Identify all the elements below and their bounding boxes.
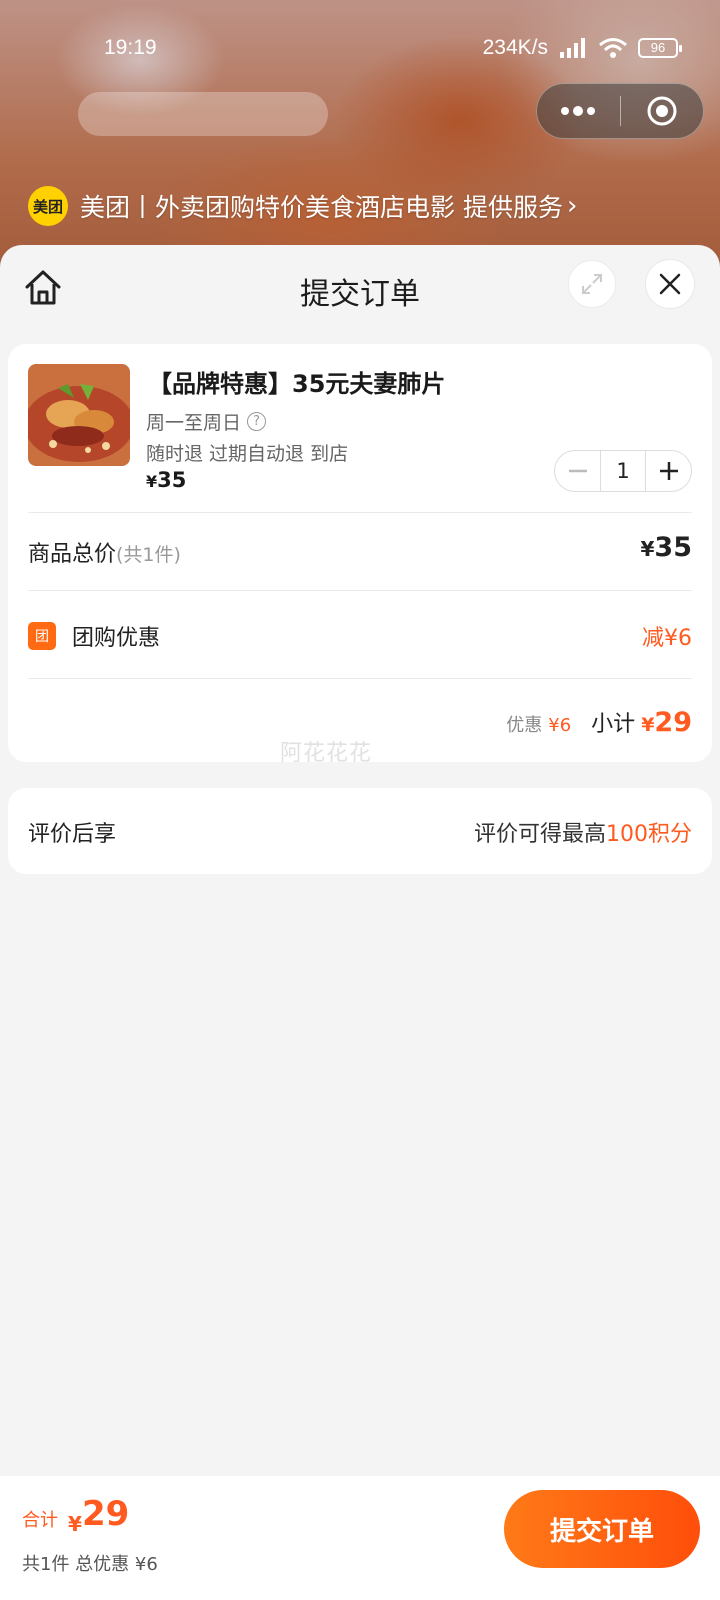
divider <box>28 678 692 679</box>
sheet-header: 提交订单 <box>0 245 720 340</box>
quantity-stepper: 1 <box>554 450 692 492</box>
divider <box>28 590 692 591</box>
watermark: 阿花花花 <box>280 741 373 766</box>
close-icon <box>659 273 681 295</box>
status-bar: 19:19 234K/s 96 <box>0 28 720 72</box>
product-price: ¥35 <box>146 468 186 492</box>
product-card: 【品牌特惠】35元夫妻肺片 周一至周日 ? 随时退 过期自动退 到店 ¥35 1… <box>8 344 712 762</box>
goods-total-value: ¥35 <box>641 532 693 563</box>
goods-total-currency: ¥ <box>640 537 655 561</box>
goods-total-amount: 35 <box>654 532 692 563</box>
grand-total-value: 29 <box>82 1494 130 1534</box>
subtotal-currency: ¥ <box>641 714 655 736</box>
grand-total-label: 合计 <box>22 1510 58 1531</box>
exit-miniprogram-button[interactable] <box>621 83 704 139</box>
subtotal-label: 小计 <box>591 712 636 737</box>
subtotal-row: 优惠 ¥6 小计 ¥29 <box>506 706 692 738</box>
goods-count: (共1件) <box>116 544 181 566</box>
status-indicators: 234K/s 96 <box>482 36 682 60</box>
subtotal-amount: 29 <box>654 707 692 738</box>
checkout-bar: 合计 ¥ 29 共1件 总优惠 ¥6 提交订单 <box>0 1476 720 1600</box>
group-buy-discount-value: 减¥6 <box>642 626 692 651</box>
wifi-icon <box>599 38 627 58</box>
miniprogram-capsule <box>536 83 704 139</box>
availability-text: 周一至周日 <box>146 412 242 434</box>
target-icon <box>647 96 677 126</box>
help-icon[interactable]: ? <box>247 412 267 431</box>
signal-icon <box>560 38 585 58</box>
reward-prefix: 评价可得最高 <box>473 822 606 847</box>
grand-total-summary: 共1件 总优惠 ¥6 <box>22 1554 158 1575</box>
review-reward-value: 评价可得最高100积分 <box>474 816 692 848</box>
price-currency: ¥ <box>146 472 158 491</box>
close-button[interactable] <box>645 259 695 309</box>
divider <box>28 512 692 513</box>
saved-value: ¥6 <box>548 715 572 736</box>
blurred-search-pill <box>78 92 328 136</box>
status-time: 19:19 <box>104 36 157 59</box>
refund-policy: 随时退 过期自动退 到店 <box>146 443 349 465</box>
subtotal-value: ¥29 <box>641 707 692 738</box>
meituan-logo: 美团 <box>28 186 68 226</box>
review-reward-card[interactable]: 评价后享 评价可得最高100积分 <box>8 788 712 874</box>
group-buy-badge-icon: 团 <box>28 622 56 650</box>
service-provider-text: 美团丨外卖团购特价美食酒店电影 提供服务 <box>80 193 563 222</box>
product-thumbnail <box>28 364 130 466</box>
submit-order-button[interactable]: 提交订单 <box>504 1490 700 1568</box>
reward-points: 100积分 <box>606 822 692 847</box>
review-reward-label: 评价后享 <box>28 822 117 847</box>
goods-total-text: 商品总价 <box>28 542 117 567</box>
more-options-button[interactable] <box>537 83 620 139</box>
expand-button[interactable] <box>568 260 616 308</box>
grand-total-currency: ¥ <box>68 1512 82 1536</box>
minus-icon <box>568 469 587 473</box>
network-speed: 234K/s <box>482 36 548 59</box>
battery-icon: 96 <box>638 38 682 58</box>
plus-icon <box>659 462 678 480</box>
saved-label: 优惠 <box>506 715 543 736</box>
chevron-right-icon: › <box>566 191 578 221</box>
product-availability: 周一至周日 ? <box>146 408 267 435</box>
decrease-quantity-button[interactable] <box>555 451 600 491</box>
group-buy-discount-label: 团购优惠 <box>72 626 161 651</box>
more-dots-icon <box>561 106 596 116</box>
product-title: 【品牌特惠】35元夫妻肺片 <box>148 370 446 398</box>
service-provider-banner[interactable]: 美团 美团丨外卖团购特价美食酒店电影 提供服务 › <box>28 186 577 226</box>
order-sheet: 提交订单 【品牌特惠】35元夫妻肺片 周一至周日 ? 随时退 过期自动退 到店 … <box>0 245 720 1600</box>
price-value: 35 <box>157 468 187 492</box>
increase-quantity-button[interactable] <box>646 451 691 491</box>
quantity-value[interactable]: 1 <box>600 451 646 491</box>
expand-icon <box>582 274 602 294</box>
goods-total-label: 商品总价(共1件) <box>28 536 181 568</box>
